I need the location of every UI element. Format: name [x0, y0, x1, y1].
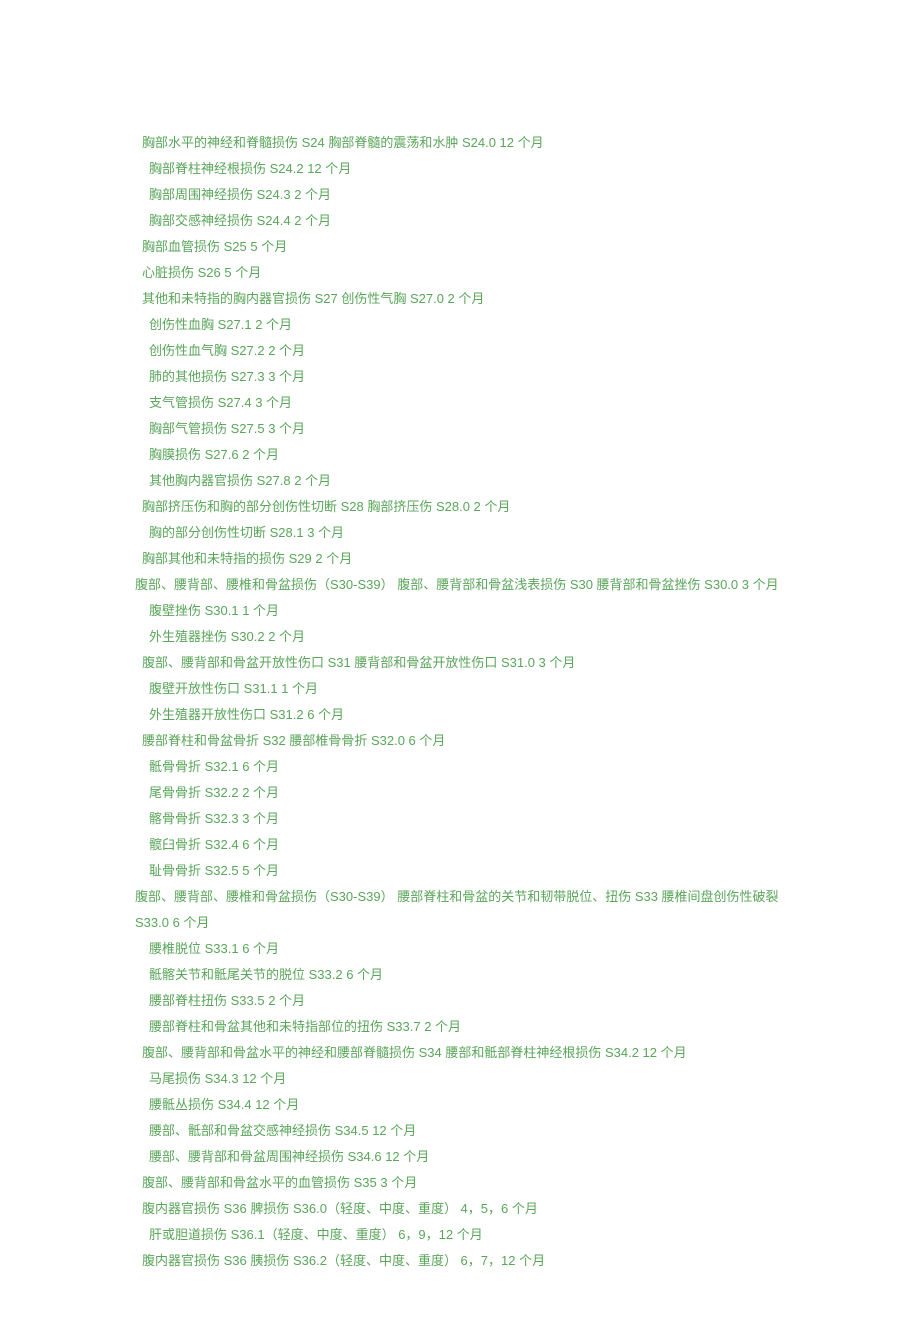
- text-line: 胸部周围神经损伤 S24.3 2 个月: [135, 182, 785, 208]
- text-line: 腰部脊柱和骨盆其他和未特指部位的扭伤 S33.7 2 个月: [135, 1014, 785, 1040]
- text-line: 肝或胆道损伤 S36.1（轻度、中度、重度） 6，9，12 个月: [135, 1222, 785, 1248]
- text-line: 腹部、腰背部和骨盆开放性伤口 S31 腰背部和骨盆开放性伤口 S31.0 3 个…: [135, 650, 785, 676]
- text-line: 胸部血管损伤 S25 5 个月: [135, 234, 785, 260]
- document-content: 胸部水平的神经和脊髓损伤 S24 胸部脊髓的震荡和水肿 S24.0 12 个月胸…: [135, 130, 785, 1274]
- text-line: 胸部气管损伤 S27.5 3 个月: [135, 416, 785, 442]
- text-line: 腹部、腰背部和骨盆水平的血管损伤 S35 3 个月: [135, 1170, 785, 1196]
- text-line: 创伤性血胸 S27.1 2 个月: [135, 312, 785, 338]
- text-line: 胸部脊柱神经根损伤 S24.2 12 个月: [135, 156, 785, 182]
- text-line: S33.0 6 个月: [135, 910, 785, 936]
- text-line: 髋臼骨折 S32.4 6 个月: [135, 832, 785, 858]
- text-line: 胸部交感神经损伤 S24.4 2 个月: [135, 208, 785, 234]
- text-line: 胸部水平的神经和脊髓损伤 S24 胸部脊髓的震荡和水肿 S24.0 12 个月: [135, 130, 785, 156]
- text-line: 腹壁开放性伤口 S31.1 1 个月: [135, 676, 785, 702]
- text-line: 髂骨骨折 S32.3 3 个月: [135, 806, 785, 832]
- text-line: 腹部、腰背部、腰椎和骨盆损伤（S30-S39） 腹部、腰背部和骨盆浅表损伤 S3…: [135, 572, 785, 598]
- text-line: 外生殖器挫伤 S30.2 2 个月: [135, 624, 785, 650]
- text-line: 胸的部分创伤性切断 S28.1 3 个月: [135, 520, 785, 546]
- text-line: 腹内器官损伤 S36 胰损伤 S36.2（轻度、中度、重度） 6，7，12 个月: [135, 1248, 785, 1274]
- text-line: 腰部脊柱扭伤 S33.5 2 个月: [135, 988, 785, 1014]
- text-line: 腹壁挫伤 S30.1 1 个月: [135, 598, 785, 624]
- text-line: 腹部、腰背部和骨盆水平的神经和腰部脊髓损伤 S34 腰部和骶部脊柱神经根损伤 S…: [135, 1040, 785, 1066]
- text-line: 其他胸内器官损伤 S27.8 2 个月: [135, 468, 785, 494]
- text-line: 骶骨骨折 S32.1 6 个月: [135, 754, 785, 780]
- text-line: 腹部、腰背部、腰椎和骨盆损伤（S30-S39） 腰部脊柱和骨盆的关节和韧带脱位、…: [135, 884, 785, 910]
- text-line: 腰部、腰背部和骨盆周围神经损伤 S34.6 12 个月: [135, 1144, 785, 1170]
- text-line: 骶髂关节和骶尾关节的脱位 S33.2 6 个月: [135, 962, 785, 988]
- text-line: 尾骨骨折 S32.2 2 个月: [135, 780, 785, 806]
- text-line: 胸膜损伤 S27.6 2 个月: [135, 442, 785, 468]
- text-line: 马尾损伤 S34.3 12 个月: [135, 1066, 785, 1092]
- text-line: 外生殖器开放性伤口 S31.2 6 个月: [135, 702, 785, 728]
- text-line: 肺的其他损伤 S27.3 3 个月: [135, 364, 785, 390]
- text-line: 腰部脊柱和骨盆骨折 S32 腰部椎骨骨折 S32.0 6 个月: [135, 728, 785, 754]
- text-line: 支气管损伤 S27.4 3 个月: [135, 390, 785, 416]
- text-line: 腰部、骶部和骨盆交感神经损伤 S34.5 12 个月: [135, 1118, 785, 1144]
- text-line: 腰椎脱位 S33.1 6 个月: [135, 936, 785, 962]
- text-line: 其他和未特指的胸内器官损伤 S27 创伤性气胸 S27.0 2 个月: [135, 286, 785, 312]
- text-line: 胸部其他和未特指的损伤 S29 2 个月: [135, 546, 785, 572]
- text-line: 心脏损伤 S26 5 个月: [135, 260, 785, 286]
- text-line: 胸部挤压伤和胸的部分创伤性切断 S28 胸部挤压伤 S28.0 2 个月: [135, 494, 785, 520]
- text-line: 创伤性血气胸 S27.2 2 个月: [135, 338, 785, 364]
- text-line: 腹内器官损伤 S36 脾损伤 S36.0（轻度、中度、重度） 4，5，6 个月: [135, 1196, 785, 1222]
- text-line: 腰骶丛损伤 S34.4 12 个月: [135, 1092, 785, 1118]
- text-line: 耻骨骨折 S32.5 5 个月: [135, 858, 785, 884]
